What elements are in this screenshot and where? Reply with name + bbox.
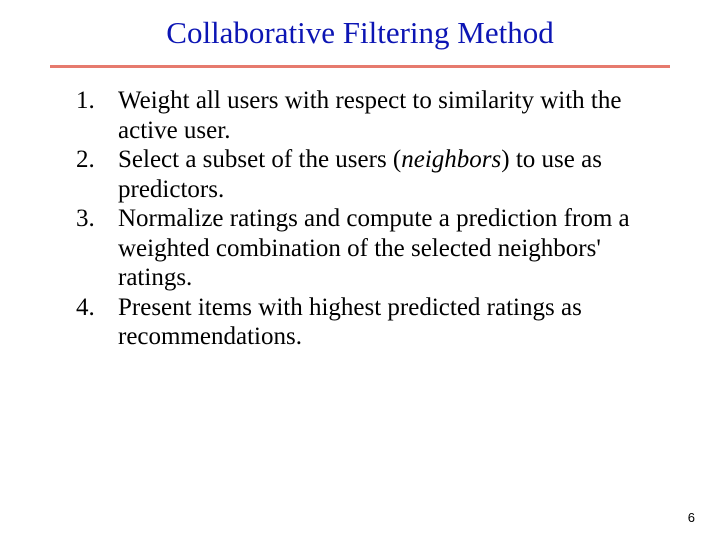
step-text: Present items with highest predicted rat…: [118, 294, 582, 351]
steps-list: Weight all users with respect to similar…: [68, 86, 650, 352]
step-item: Present items with highest predicted rat…: [68, 293, 650, 352]
slide: Collaborative Filtering Method Weight al…: [0, 0, 720, 540]
content-area: Weight all users with respect to similar…: [40, 86, 680, 352]
step-item: Select a subset of the users (neighbors)…: [68, 145, 650, 204]
page-number: 6: [688, 510, 695, 525]
page-title: Collaborative Filtering Method: [40, 15, 680, 65]
step-item: Normalize ratings and compute a predicti…: [68, 204, 650, 293]
step-item: Weight all users with respect to similar…: [68, 86, 650, 145]
step-italic: neighbors: [401, 146, 501, 173]
title-underline: [50, 65, 670, 68]
step-text: Weight all users with respect to similar…: [118, 87, 621, 144]
step-text: Select a subset of the users (: [118, 146, 401, 173]
step-text: Normalize ratings and compute a predicti…: [118, 205, 630, 291]
